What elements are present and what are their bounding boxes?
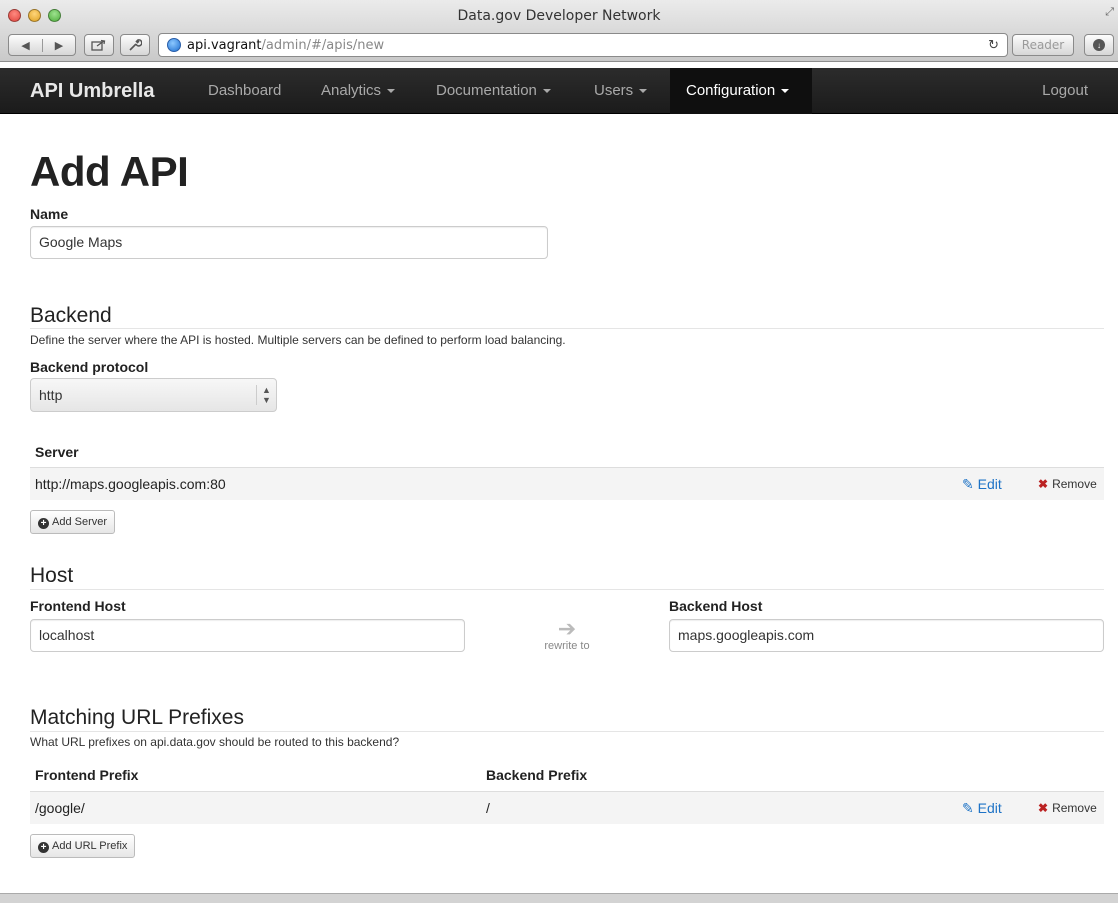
table-row: /google/ / ✎ Edit ✖ Remove <box>30 791 1104 824</box>
edit-server-link[interactable]: ✎ Edit <box>962 476 1002 493</box>
nav-label: Users <box>594 82 634 99</box>
server-column-header: Server <box>35 444 79 460</box>
backend-section-title: Backend <box>30 304 112 327</box>
remove-x-icon: ✖ <box>1038 477 1049 491</box>
frontend-prefix-column-header: Frontend Prefix <box>35 767 139 783</box>
backend-protocol-select[interactable]: http ▲ ▼ <box>30 378 277 412</box>
rewrite-label: rewrite to <box>544 640 590 652</box>
table-row: http://maps.googleapis.com:80 ✎ Edit ✖ Re… <box>30 467 1104 500</box>
caret-down-icon <box>387 89 396 94</box>
edit-label: Edit <box>977 800 1002 816</box>
add-url-prefix-button[interactable]: + Add URL Prefix <box>30 834 136 858</box>
edit-prefix-link[interactable]: ✎ Edit <box>962 800 1002 817</box>
window-bottom-edge <box>0 893 1118 903</box>
url-host: api.vagrant <box>187 37 262 53</box>
nav-label: Documentation <box>436 82 537 99</box>
section-divider <box>30 589 1104 590</box>
download-icon: ↓ <box>1093 39 1105 51</box>
plus-circle-icon: + <box>38 842 49 853</box>
remove-label: Remove <box>1052 801 1097 815</box>
back-forward-buttons: ◀ ▶ <box>8 34 76 56</box>
prefixes-section-title: Matching URL Prefixes <box>30 706 244 729</box>
add-server-button[interactable]: + Add Server <box>30 510 116 534</box>
backend-protocol-label: Backend protocol <box>30 359 149 375</box>
server-url: http://maps.googleapis.com:80 <box>35 476 226 492</box>
backend-host-label: Backend Host <box>669 598 763 614</box>
top-navbar: API Umbrella Dashboard Analytics Documen… <box>0 68 1118 114</box>
select-arrows-icon: ▲ ▼ <box>256 385 276 405</box>
name-label: Name <box>30 206 69 222</box>
pencil-icon: ✎ <box>962 800 974 816</box>
remove-label: Remove <box>1052 477 1097 491</box>
section-divider <box>30 328 1104 329</box>
reader-button[interactable]: Reader <box>1012 34 1074 56</box>
share-button[interactable] <box>84 34 114 56</box>
select-value: http <box>39 387 63 403</box>
frontend-prefix-value: /google/ <box>35 800 85 816</box>
nav-dashboard[interactable]: Dashboard <box>192 68 297 114</box>
backend-help-text: Define the server where the API is hoste… <box>30 333 566 347</box>
caret-down-icon <box>781 89 790 94</box>
browser-window: Data.gov Developer Network ⤢ ◀ ▶ api.vag… <box>0 0 1118 903</box>
name-input[interactable]: Google Maps <box>30 226 548 259</box>
frontend-host-input[interactable]: localhost <box>30 619 465 652</box>
window-title: Data.gov Developer Network <box>457 8 661 24</box>
section-divider <box>30 731 1104 732</box>
forward-button[interactable]: ▶ <box>42 38 75 52</box>
host-section-title: Host <box>30 564 74 587</box>
backend-host-input[interactable]: maps.googleapis.com <box>669 619 1104 652</box>
share-icon <box>91 39 106 51</box>
nav-label: Analytics <box>321 82 382 99</box>
url-path: /admin/#/apis/new <box>261 37 385 53</box>
nav-documentation[interactable]: Documentation <box>420 68 567 114</box>
add-url-prefix-label: Add URL Prefix <box>52 840 128 852</box>
tools-button[interactable] <box>120 34 150 56</box>
rewrite-indicator: ➔ rewrite to <box>527 616 607 653</box>
nav-analytics[interactable]: Analytics <box>305 68 411 114</box>
frontend-host-label: Frontend Host <box>30 598 126 614</box>
reload-icon[interactable]: ↻ <box>988 38 999 53</box>
prefixes-help-text: What URL prefixes on api.data.gov should… <box>30 735 400 749</box>
brand-logo[interactable]: API Umbrella <box>30 80 154 103</box>
browser-titlebar: Data.gov Developer Network ⤢ ◀ ▶ api.vag… <box>0 0 1118 62</box>
caret-down-icon <box>639 89 648 94</box>
backend-prefix-column-header: Backend Prefix <box>486 767 588 783</box>
nav-logout[interactable]: Logout <box>1026 68 1104 114</box>
edit-label: Edit <box>977 476 1002 492</box>
page-title: Add API <box>30 148 189 195</box>
nav-configuration[interactable]: Configuration <box>670 68 812 114</box>
arrow-right-icon: ➔ <box>557 616 577 641</box>
downloads-button[interactable]: ↓ <box>1084 34 1114 56</box>
backend-prefix-value: / <box>486 800 490 816</box>
back-button[interactable]: ◀ <box>9 39 42 52</box>
address-bar[interactable]: api.vagrant /admin/#/apis/new ↻ <box>158 33 1008 57</box>
wrench-icon <box>129 39 142 51</box>
pencil-icon: ✎ <box>962 476 974 492</box>
caret-down-icon <box>542 89 551 94</box>
nav-users[interactable]: Users <box>578 68 663 114</box>
nav-label: Logout <box>1042 82 1088 99</box>
remove-x-icon: ✖ <box>1038 801 1049 815</box>
globe-icon <box>167 38 181 52</box>
add-server-label: Add Server <box>52 516 108 528</box>
remove-server-link[interactable]: ✖ Remove <box>1038 477 1097 491</box>
plus-circle-icon: + <box>38 518 49 529</box>
fullscreen-icon[interactable]: ⤢ <box>1105 6 1114 19</box>
remove-prefix-link[interactable]: ✖ Remove <box>1038 801 1097 815</box>
nav-label: Configuration <box>686 82 776 99</box>
nav-label: Dashboard <box>208 82 282 99</box>
